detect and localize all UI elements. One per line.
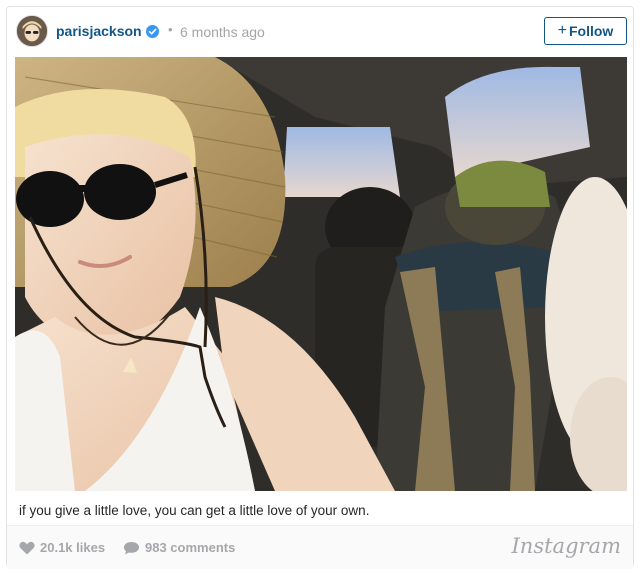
follow-button[interactable]: + Follow	[544, 17, 627, 45]
verified-badge-icon	[146, 25, 159, 38]
separator-dot: •	[168, 22, 173, 37]
post-footer: 20.1k likes 983 comments Instagram	[7, 525, 633, 569]
post-time-ago[interactable]: 6 months ago	[180, 24, 265, 40]
post-header: parisjackson • 6 months ago + Follow	[7, 7, 633, 57]
selfie-in-car-image	[15, 57, 627, 491]
instagram-embed-card: parisjackson • 6 months ago + Follow if …	[6, 6, 634, 569]
avatar[interactable]	[16, 15, 48, 47]
post-caption: if you give a little love, you can get a…	[19, 503, 370, 518]
follow-button-label: Follow	[569, 23, 614, 39]
likes-count[interactable]: 20.1k likes	[19, 540, 105, 555]
username-link[interactable]: parisjackson	[56, 23, 142, 39]
post-photo[interactable]	[15, 57, 627, 491]
plus-icon: +	[557, 22, 567, 39]
heart-icon	[19, 541, 35, 554]
instagram-logo[interactable]: Instagram	[512, 534, 621, 558]
likes-label: 20.1k likes	[40, 540, 106, 555]
avatar-image	[17, 16, 47, 46]
comment-bubble-icon	[124, 541, 139, 554]
comments-label: 983 comments	[145, 540, 236, 555]
comments-count[interactable]: 983 comments	[123, 540, 235, 555]
